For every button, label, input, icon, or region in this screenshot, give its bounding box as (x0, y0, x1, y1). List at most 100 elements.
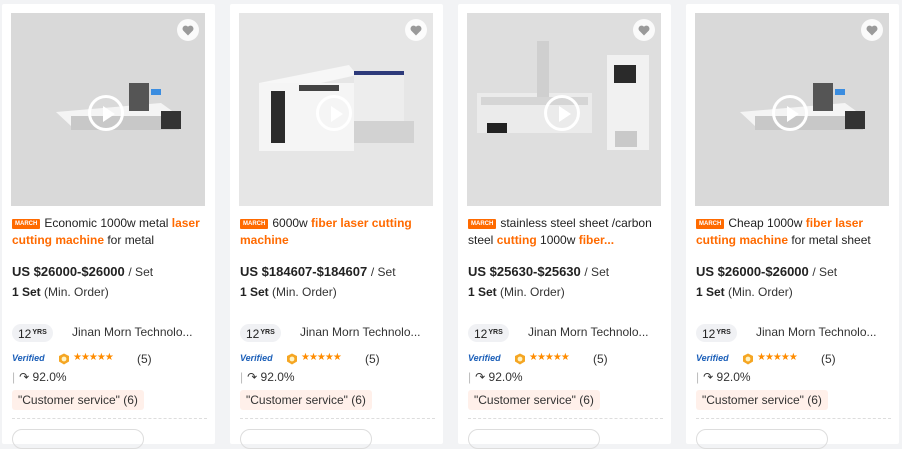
product-title[interactable]: MARCH Economic 1000w metal laser cutting … (12, 215, 207, 249)
product-price: US $26000-$26000 / Set (12, 264, 153, 279)
product-image[interactable] (695, 13, 889, 206)
divider: | (468, 370, 472, 384)
review-tag[interactable]: "Customer service" (6) (696, 390, 828, 410)
machine-part (271, 91, 285, 143)
product-grid: MARCH Economic 1000w metal laser cutting … (0, 0, 902, 449)
min-order-value: 1 Set (240, 285, 269, 299)
supplier-info: 12YRS Jinan Morn Technolo... (696, 324, 891, 344)
price-range: US $184607-$184607 (240, 264, 368, 279)
contact-supplier-button[interactable] (696, 429, 828, 449)
card-divider (240, 418, 435, 419)
product-title[interactable]: MARCH Cheap 1000w fiber laser cutting mac… (696, 215, 891, 249)
min-order: 1 Set (Min. Order) (696, 285, 793, 299)
contact-supplier-button[interactable] (240, 429, 372, 449)
supplier-years-badge: 12YRS (468, 324, 509, 342)
response-rate-value: 92.0% (32, 370, 67, 384)
title-segment: for metal sheet (788, 233, 871, 247)
title-segment: 6000w (272, 216, 312, 230)
supplier-info: 12YRS Jinan Morn Technolo... (240, 324, 435, 344)
price-unit: / Set (584, 265, 610, 279)
review-tag[interactable]: "Customer service" (6) (240, 390, 372, 410)
favorite-heart-icon[interactable] (861, 19, 883, 41)
price-range: US $26000-$26000 (12, 264, 125, 279)
response-rate-value: 92.0% (260, 370, 295, 384)
title-keyword: cutting (496, 233, 537, 247)
verified-badge[interactable]: Verified (240, 353, 273, 363)
verified-badge[interactable]: Verified (696, 353, 729, 363)
gold-medal-icon (743, 353, 753, 365)
machine-part (813, 83, 833, 111)
supplier-years: 12 (246, 327, 260, 341)
product-card[interactable]: MARCH stainless steel sheet /carbon steel… (458, 4, 671, 449)
title-segment: 1000w (536, 233, 579, 247)
contact-supplier-button[interactable] (468, 429, 600, 449)
price-unit: / Set (128, 265, 154, 279)
play-video-icon[interactable] (544, 95, 580, 131)
gold-medal-icon (59, 353, 69, 365)
supplier-name-link[interactable]: Jinan Morn Technolo... (528, 325, 649, 339)
machine-part (835, 89, 845, 95)
favorite-heart-icon[interactable] (405, 19, 427, 41)
years-unit: YRS (716, 329, 731, 336)
promo-badge: MARCH (240, 219, 269, 229)
contact-supplier-button[interactable] (12, 429, 144, 449)
machine-part (487, 123, 507, 133)
card-divider (12, 418, 207, 419)
product-price: US $26000-$26000 / Set (696, 264, 837, 279)
play-video-icon[interactable] (316, 95, 352, 131)
price-range: US $26000-$26000 (696, 264, 809, 279)
price-unit: / Set (370, 265, 396, 279)
machine-part (299, 85, 339, 91)
years-unit: YRS (488, 329, 503, 336)
supplier-rating: Verified ★★★★★ (5) (696, 351, 891, 367)
play-video-icon[interactable] (88, 95, 124, 131)
product-image[interactable] (11, 13, 205, 206)
supplier-info: 12YRS Jinan Morn Technolo... (468, 324, 663, 344)
gold-medal-icon (287, 353, 297, 365)
divider: | (12, 370, 16, 384)
title-segment: Economic 1000w metal (44, 216, 172, 230)
price-unit: / Set (812, 265, 838, 279)
supplier-years-badge: 12YRS (696, 324, 737, 342)
card-divider (468, 418, 663, 419)
rating-count: (5) (821, 352, 836, 366)
product-title[interactable]: MARCH stainless steel sheet /carbon steel… (468, 215, 663, 249)
rating-stars: ★★★★★ (301, 352, 342, 363)
min-order-label: (Min. Order) (272, 285, 337, 299)
response-rate-value: 92.0% (716, 370, 751, 384)
favorite-heart-icon[interactable] (177, 19, 199, 41)
years-unit: YRS (32, 329, 47, 336)
supplier-years: 12 (18, 327, 32, 341)
product-card[interactable]: MARCH 6000w fiber laser cutting machine U… (230, 4, 443, 449)
title-keyword: fiber... (578, 233, 615, 247)
title-segment: for metal (104, 233, 155, 247)
supplier-name-link[interactable]: Jinan Morn Technolo... (72, 325, 193, 339)
verified-badge[interactable]: Verified (12, 353, 45, 363)
rating-count: (5) (137, 352, 152, 366)
reply-arrow-icon: ↷ (475, 370, 486, 384)
supplier-name-link[interactable]: Jinan Morn Technolo... (300, 325, 421, 339)
machine-part (161, 111, 181, 129)
response-rate: | ↷ 92.0% (696, 370, 751, 384)
title-segment: Cheap 1000w (728, 216, 806, 230)
min-order: 1 Set (Min. Order) (12, 285, 109, 299)
machine-part (537, 41, 549, 97)
rating-stars: ★★★★★ (529, 352, 570, 363)
favorite-heart-icon[interactable] (633, 19, 655, 41)
product-card[interactable]: MARCH Economic 1000w metal laser cutting … (2, 4, 215, 449)
verified-badge[interactable]: Verified (468, 353, 501, 363)
product-card[interactable]: MARCH Cheap 1000w fiber laser cutting mac… (686, 4, 899, 449)
min-order: 1 Set (Min. Order) (240, 285, 337, 299)
supplier-name-link[interactable]: Jinan Morn Technolo... (756, 325, 877, 339)
product-image[interactable] (239, 13, 433, 206)
promo-badge: MARCH (12, 219, 41, 229)
supplier-rating: Verified ★★★★★ (5) (468, 351, 663, 367)
product-image[interactable] (467, 13, 661, 206)
price-range: US $25630-$25630 (468, 264, 581, 279)
play-video-icon[interactable] (772, 95, 808, 131)
product-title[interactable]: MARCH 6000w fiber laser cutting machine (240, 215, 435, 249)
min-order-value: 1 Set (468, 285, 497, 299)
review-tag[interactable]: "Customer service" (6) (468, 390, 600, 410)
supplier-years: 12 (474, 327, 488, 341)
review-tag[interactable]: "Customer service" (6) (12, 390, 144, 410)
